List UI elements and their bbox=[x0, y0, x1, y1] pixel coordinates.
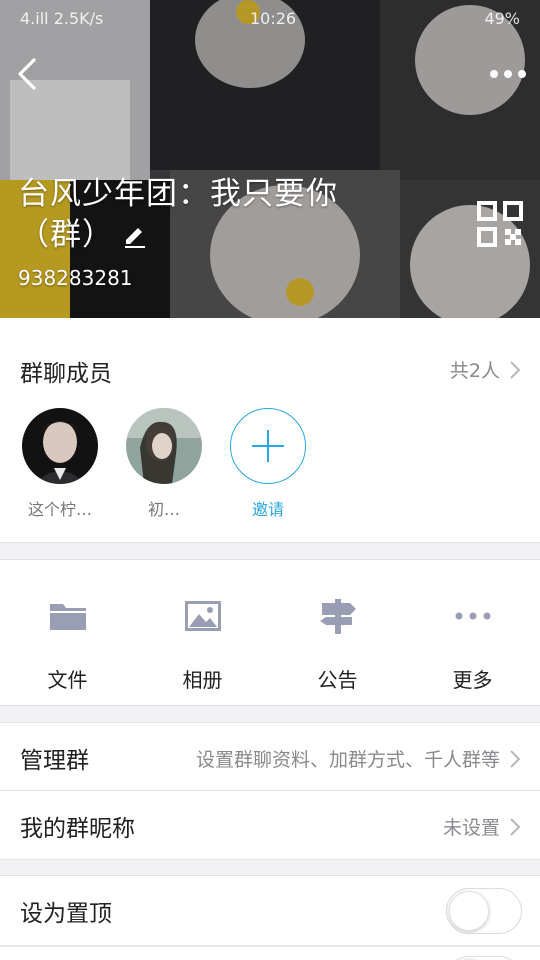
signal-speed: 4.ill 2.5K/s bbox=[20, 9, 104, 28]
invite-label: 邀请 bbox=[251, 500, 284, 519]
qr-code-button[interactable] bbox=[476, 200, 524, 248]
chevron-right-icon bbox=[510, 817, 521, 836]
manage-group-value: 设置群聊资料、加群方式、千人群等 bbox=[196, 745, 522, 772]
more-icon bbox=[490, 70, 526, 78]
quick-actions: 文件 相册 公告 更多 bbox=[0, 559, 540, 706]
avatar bbox=[22, 408, 98, 484]
manage-group-row[interactable]: 管理群 设置群聊资料、加群方式、千人群等 bbox=[0, 723, 540, 791]
members-section: 群聊成员 共2人 这个柠… 初… 邀请 bbox=[0, 318, 540, 543]
edit-icon[interactable] bbox=[122, 224, 148, 250]
signpost-icon bbox=[320, 599, 356, 634]
folder-icon bbox=[50, 604, 86, 630]
chevron-right-icon bbox=[510, 360, 521, 379]
more-button[interactable] bbox=[486, 58, 530, 90]
album-button[interactable]: 相册 bbox=[135, 560, 270, 707]
next-toggle[interactable] bbox=[446, 956, 522, 960]
nickname-row[interactable]: 我的群昵称 未设置 bbox=[0, 791, 540, 859]
nickname-value: 未设置 bbox=[443, 813, 522, 840]
member-item[interactable]: 初… bbox=[124, 408, 204, 520]
nickname-status: 未设置 bbox=[442, 817, 500, 839]
files-button[interactable]: 文件 bbox=[0, 560, 135, 707]
chevron-right-icon bbox=[510, 749, 521, 768]
more-actions-label: 更多 bbox=[452, 668, 493, 692]
member-name: 这个柠… bbox=[27, 500, 92, 519]
members-count-label: 共2人 bbox=[449, 360, 500, 382]
pin-top-title: 设为置顶 bbox=[20, 901, 112, 927]
status-bar: 4.ill 2.5K/s 10:26 49% bbox=[0, 0, 540, 36]
group-number: 938283281 bbox=[18, 266, 133, 290]
back-icon bbox=[18, 58, 36, 90]
pin-settings-box: 设为置顶 bbox=[0, 875, 540, 960]
members-count-link[interactable]: 共2人 bbox=[450, 356, 522, 383]
battery-level: 49% bbox=[484, 9, 520, 28]
more-dots-icon bbox=[455, 612, 491, 620]
announcement-button[interactable]: 公告 bbox=[270, 560, 405, 707]
avatar bbox=[126, 408, 202, 484]
manage-group-desc: 设置群聊资料、加群方式、千人群等 bbox=[195, 749, 500, 771]
invite-circle bbox=[230, 408, 306, 484]
member-item[interactable]: 这个柠… bbox=[20, 408, 100, 520]
manage-group-title: 管理群 bbox=[20, 748, 89, 774]
files-label: 文件 bbox=[47, 668, 88, 692]
group-settings-box: 管理群 设置群聊资料、加群方式、千人群等 我的群昵称 未设置 bbox=[0, 722, 540, 860]
members-title: 群聊成员 bbox=[20, 361, 112, 387]
plus-icon bbox=[251, 429, 284, 462]
group-name[interactable]: 台风少年团：我只要你（群） bbox=[18, 174, 418, 256]
group-name-text: 台风少年团：我只要你（群） bbox=[18, 176, 338, 253]
group-header: 4.ill 2.5K/s 10:26 49% 台风少年团：我只要你（群） 938… bbox=[0, 0, 540, 318]
member-name: 初… bbox=[147, 500, 180, 519]
back-button[interactable] bbox=[8, 52, 48, 96]
pin-top-toggle[interactable] bbox=[446, 888, 522, 934]
qr-code-icon bbox=[477, 201, 523, 247]
album-label: 相册 bbox=[182, 668, 223, 692]
invite-member-button[interactable]: 邀请 bbox=[228, 408, 308, 520]
clock: 10:26 bbox=[250, 9, 297, 28]
nickname-title: 我的群昵称 bbox=[20, 816, 135, 842]
pin-top-row: 设为置顶 bbox=[0, 876, 540, 946]
announcement-label: 公告 bbox=[317, 668, 358, 692]
toggle-knob bbox=[449, 891, 489, 931]
divider bbox=[0, 946, 540, 947]
more-actions-button[interactable]: 更多 bbox=[405, 560, 540, 707]
photo-icon bbox=[185, 601, 221, 631]
